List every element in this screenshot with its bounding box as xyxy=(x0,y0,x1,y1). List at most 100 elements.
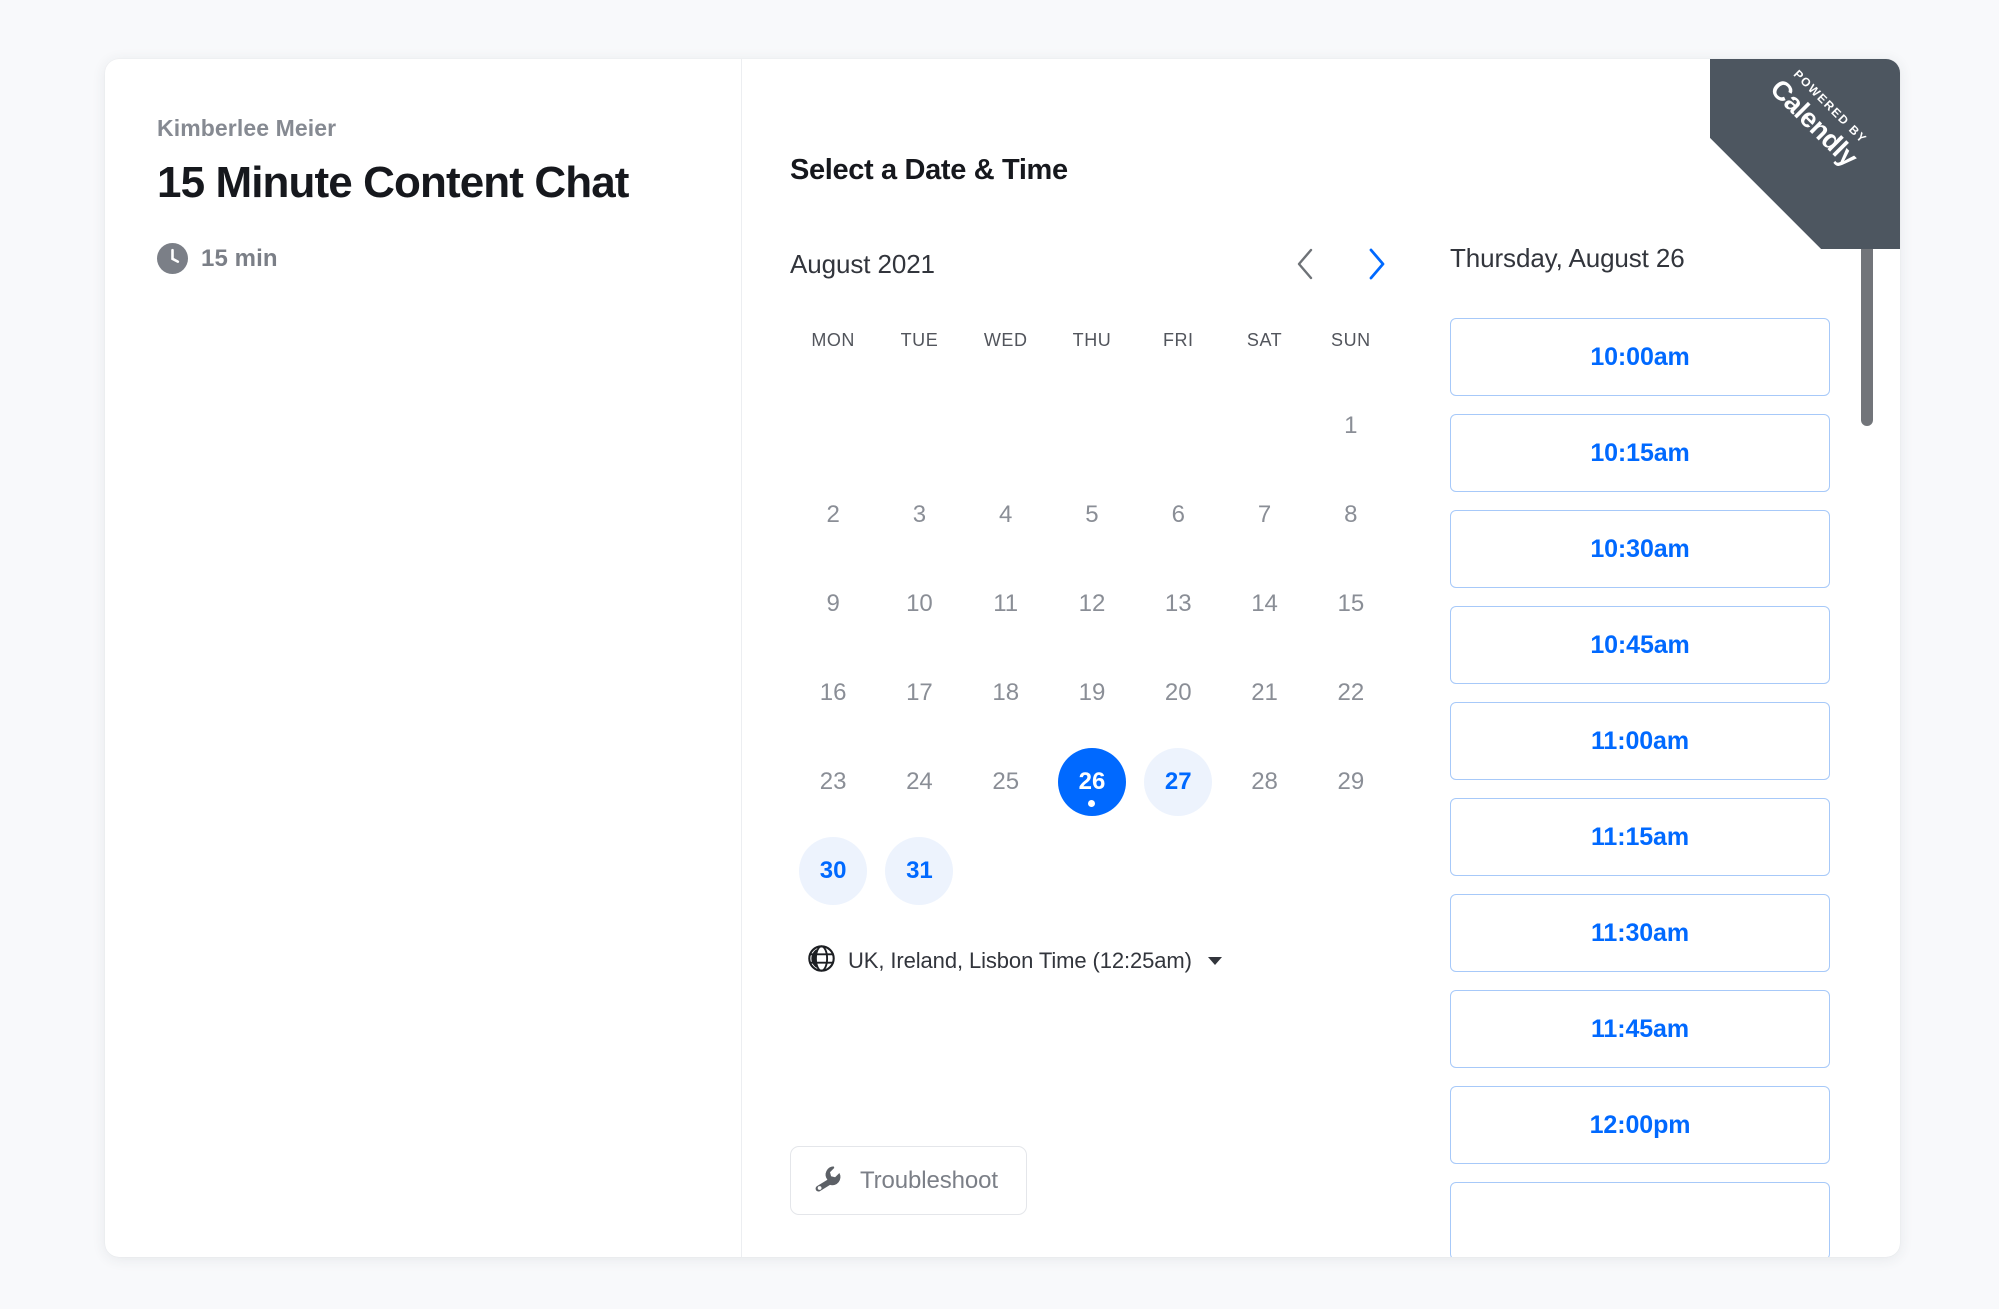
calendar-day-31[interactable]: 31 xyxy=(885,836,954,905)
scrollbar-thumb[interactable] xyxy=(1861,199,1873,426)
calendar-day-cell: 3 xyxy=(876,470,962,559)
calendar-day-label: 15 xyxy=(1337,589,1365,617)
timezone-selector[interactable]: UK, Ireland, Lisbon Time (12:25am) xyxy=(790,945,1394,977)
troubleshoot-button[interactable]: Troubleshoot xyxy=(790,1146,1027,1215)
calendar-day-9: 9 xyxy=(799,570,867,638)
scheduler-panel: Select a Date & Time August 2021 MON TUE… xyxy=(742,59,1900,1257)
calendar-day-7: 7 xyxy=(1231,481,1299,549)
calendar-day-label: 5 xyxy=(1085,500,1099,528)
calendar-day-cell: 11 xyxy=(963,559,1049,648)
calendar-day-cell: 1 xyxy=(1308,381,1394,470)
selected-date-label: Thursday, August 26 xyxy=(1450,243,1685,273)
calendar-day-label: 13 xyxy=(1164,589,1192,617)
calendar-day-15: 15 xyxy=(1317,570,1385,638)
host-name: Kimberlee Meier xyxy=(157,115,337,141)
wrench-icon xyxy=(813,1164,843,1197)
calendar-day-5: 5 xyxy=(1058,481,1126,549)
time-slots-scrollbar[interactable] xyxy=(1861,187,1873,1257)
calendar-day-label: 28 xyxy=(1251,767,1278,795)
calendar-day-6: 6 xyxy=(1144,481,1212,549)
calendar-day-cell: 21 xyxy=(1221,648,1307,737)
calendar-month-label: August 2021 xyxy=(790,248,935,279)
calendar-day-2: 2 xyxy=(799,481,867,549)
calendar-blank-cell xyxy=(1221,381,1307,470)
time-slot-partial[interactable] xyxy=(1450,1182,1830,1257)
time-slot-11:30am[interactable]: 11:30am xyxy=(1450,894,1830,972)
time-slot-11:15am[interactable]: 11:15am xyxy=(1450,798,1830,876)
time-slot-label: 11:30am xyxy=(1591,918,1689,947)
time-slot-label: 11:45am xyxy=(1591,1014,1689,1043)
calendar-day-cell: 20 xyxy=(1135,648,1221,737)
calendar-day-cell: 12 xyxy=(1049,559,1135,648)
chevron-left-icon xyxy=(1294,248,1316,284)
calendar-day-label: 3 xyxy=(912,500,927,528)
calendar-day-label: 30 xyxy=(819,856,847,884)
weekday-header-thu: THU xyxy=(1072,330,1112,350)
page-title: Select a Date & Time xyxy=(790,154,1068,186)
calendar-day-27[interactable]: 27 xyxy=(1144,747,1213,816)
time-slot-label: 10:15am xyxy=(1590,438,1690,467)
duration-label: 15 min xyxy=(201,244,278,272)
time-slot-label: 12:00pm xyxy=(1589,1110,1691,1139)
calendar-day-cell: 10 xyxy=(876,559,962,648)
calendar-day-8: 8 xyxy=(1317,481,1385,549)
troubleshoot-area: Troubleshoot xyxy=(790,1146,1394,1257)
calendar-day-11: 11 xyxy=(972,570,1040,638)
time-slot-10:00am[interactable]: 10:00am xyxy=(1450,318,1830,396)
weekday-header-tue: TUE xyxy=(900,330,939,350)
calendar-day-17: 17 xyxy=(885,659,953,727)
selected-day-dot xyxy=(1088,799,1096,807)
time-slot-10:45am[interactable]: 10:45am xyxy=(1450,606,1830,684)
clock-icon xyxy=(157,243,188,275)
calendar-day-label: 29 xyxy=(1337,767,1365,795)
scheduling-card: Kimberlee Meier 15 Minute Content Chat 1… xyxy=(105,59,1900,1257)
calendar-day-24: 24 xyxy=(885,748,953,816)
calendar-day-cell: 15 xyxy=(1308,559,1394,648)
calendar-day-label: 17 xyxy=(906,678,933,706)
calendar-day-3: 3 xyxy=(885,481,953,549)
calendar-day-label: 2 xyxy=(826,500,840,528)
calendar-day-23: 23 xyxy=(799,748,867,816)
calendar-day-14: 14 xyxy=(1231,570,1299,638)
calendar-day-label: 1 xyxy=(1344,411,1358,439)
calendar-day-cell: 4 xyxy=(963,470,1049,559)
calendar-day-label: 11 xyxy=(993,589,1019,617)
calendar-day-cell: 23 xyxy=(790,737,876,826)
calendar-day-label: 27 xyxy=(1164,767,1192,795)
calendar-day-label: 7 xyxy=(1257,500,1272,528)
calendar-day-cell: 9 xyxy=(790,559,876,648)
chevron-down-icon xyxy=(1207,957,1222,965)
calendar-day-label: 9 xyxy=(826,589,840,617)
weekday-header-sun: SUN xyxy=(1331,330,1371,350)
time-slot-10:15am[interactable]: 10:15am xyxy=(1450,414,1830,492)
calendar-day-4: 4 xyxy=(972,481,1040,549)
next-month-button[interactable] xyxy=(1360,243,1394,285)
weekday-header-sat: SAT xyxy=(1246,330,1283,350)
event-details-panel: Kimberlee Meier 15 Minute Content Chat 1… xyxy=(105,59,742,1257)
calendar-day-25: 25 xyxy=(972,748,1040,816)
calendar-day-label: 21 xyxy=(1251,678,1278,706)
calendar-day-10: 10 xyxy=(885,570,953,638)
calendar-day-cell: 22 xyxy=(1308,648,1394,737)
calendar-day-19: 19 xyxy=(1058,659,1126,727)
time-slot-label: 10:45am xyxy=(1590,630,1690,659)
prev-month-button[interactable] xyxy=(1288,243,1322,285)
calendar-day-cell: 16 xyxy=(790,648,876,737)
time-slots-scroll-area: 10:00am 10:15am 10:30am 10:45am 11:00am 11:15… xyxy=(1442,318,1900,1257)
calendar-day-30[interactable]: 30 xyxy=(799,836,868,905)
time-slot-label: 10:30am xyxy=(1590,534,1690,563)
calendar-day-18: 18 xyxy=(972,659,1040,727)
calendar-day-label: 25 xyxy=(992,767,1020,795)
calendar-day-cell: 26 xyxy=(1049,737,1135,826)
time-slot-11:45am[interactable]: 11:45am xyxy=(1450,990,1830,1068)
calendar-day-label: 24 xyxy=(906,767,933,795)
chevron-right-icon xyxy=(1366,248,1388,284)
calendar-day-label: 4 xyxy=(999,500,1013,528)
time-slot-11:00am[interactable]: 11:00am xyxy=(1450,702,1830,780)
calendar-day-26[interactable]: 26 xyxy=(1057,747,1126,816)
weekday-header-fri: FRI xyxy=(1162,330,1194,350)
time-slot-10:30am[interactable]: 10:30am xyxy=(1450,510,1830,588)
time-slot-12:00pm[interactable]: 12:00pm xyxy=(1450,1086,1830,1164)
globe-icon xyxy=(808,945,835,977)
calendar-day-label: 12 xyxy=(1078,589,1106,617)
